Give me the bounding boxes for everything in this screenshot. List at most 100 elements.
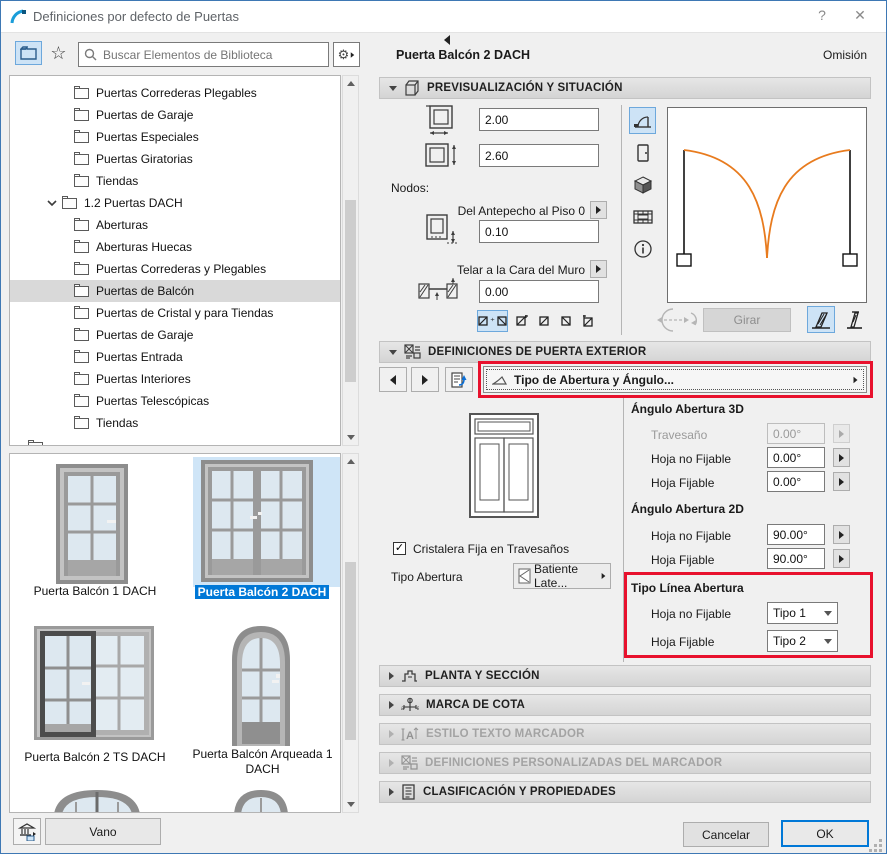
thumbnail-label[interactable]: Puerta Balcón Arqueada 1 DACH [185, 747, 340, 777]
tree-item[interactable]: Aberturas [10, 214, 340, 236]
anchor-option-2-button[interactable] [512, 311, 531, 331]
thumbnail-label[interactable]: Puerta Balcón 1 DACH [10, 584, 180, 598]
opening-type-angle-dropdown[interactable]: Tipo de Abertura y Ángulo... [483, 366, 867, 393]
anchor-option-selected-button[interactable]: ⁺ [477, 310, 508, 332]
hoja-no-fijable-3d-flyout-button[interactable] [833, 448, 850, 467]
cancel-button[interactable]: Cancelar [683, 822, 769, 847]
tree-item[interactable]: Puertas Correderas Plegables [10, 82, 340, 104]
preview-mode-animation-button[interactable] [629, 203, 656, 230]
reveal-anchor-flyout-button[interactable] [590, 260, 607, 278]
tree-item[interactable]: Puertas Entrada [10, 346, 340, 368]
preview-canvas[interactable] [667, 107, 867, 303]
tree-scrollbar[interactable] [342, 75, 359, 446]
hoja-fijable-3d-flyout-button[interactable] [833, 472, 850, 491]
reveal-value-field[interactable] [479, 280, 599, 303]
thumbnail-label-selected[interactable]: Puerta Balcón 2 DACH [182, 585, 340, 599]
linea-hoja-fijable-select[interactable]: Tipo 2 [767, 630, 838, 652]
preview-mode-2d-button[interactable] [629, 107, 656, 134]
tree-item-selected[interactable]: Puertas de Balcón [10, 280, 340, 302]
search-input[interactable] [78, 42, 329, 67]
close-icon[interactable]: ✕ [848, 7, 872, 24]
scroll-up-icon[interactable] [343, 76, 358, 91]
tree-item[interactable]: Tiendas [10, 170, 340, 192]
favorites-view-button[interactable]: ☆ [45, 41, 72, 65]
tree-item[interactable]: Puertas de Cristal y para Tiendas [10, 302, 340, 324]
thumbnail-partial-2[interactable] [234, 790, 288, 812]
hoja-no-fijable-2d-field[interactable] [767, 524, 825, 545]
thumbnail-partial-1[interactable] [54, 790, 140, 812]
hoja-no-fijable-3d-field[interactable] [767, 447, 825, 468]
threshold-option-2-button[interactable] [840, 306, 868, 333]
tree-item-expanded[interactable]: 1.2 Puertas DACH [10, 192, 340, 214]
thumbnail-door-2-selected[interactable] [201, 460, 313, 587]
ok-button[interactable]: OK [781, 820, 869, 847]
thumbnails-scrollbar-thumb[interactable] [345, 562, 356, 740]
sill-value-field[interactable] [479, 220, 599, 243]
preview-mode-3d-button[interactable] [629, 171, 656, 198]
door-height-field[interactable] [479, 144, 599, 167]
section-clasificacion-header[interactable]: CLASIFICACIÓN Y PROPIEDADES [379, 781, 871, 803]
expand-caret-icon [389, 672, 394, 680]
vano-button[interactable]: Vano [45, 818, 161, 845]
collapse-panel-handle[interactable] [444, 35, 450, 45]
linea-hoja-no-fijable-select[interactable]: Tipo 1 [767, 602, 838, 624]
help-button[interactable]: ? [810, 7, 834, 23]
library-folder-tree: Puertas Correderas Plegables Puertas de … [9, 75, 341, 446]
scroll-down-icon[interactable] [343, 797, 358, 812]
next-page-button[interactable] [411, 367, 439, 392]
threshold-option-1-button[interactable] [807, 306, 835, 333]
thumbnail-door-1[interactable] [56, 464, 128, 589]
tree-item-label: Aberturas Huecas [96, 240, 193, 254]
folder-icon [74, 415, 89, 429]
section-exterior-header[interactable]: DEFINICIONES DE PUERTA EXTERIOR [379, 341, 871, 363]
tree-item[interactable]: Aberturas Huecas [10, 236, 340, 258]
tree-item[interactable]: Puertas de Garaje [10, 324, 340, 346]
section-planta-header[interactable]: PLANTA Y SECCIÓN [379, 665, 871, 687]
girar-button[interactable]: Girar [703, 308, 791, 332]
travesano-flyout-button [833, 424, 850, 443]
tree-item[interactable]: Puertas Telescópicas [10, 390, 340, 412]
tipo-abertura-dropdown[interactable]: Batiente Late... [513, 562, 611, 590]
resize-grip[interactable] [879, 839, 882, 842]
tree-item[interactable]: Tiendas [10, 412, 340, 434]
sill-anchor-flyout-button[interactable] [590, 201, 607, 219]
tree-item[interactable]: Puertas Correderas y Plegables [10, 258, 340, 280]
section-marca-cota-header[interactable]: a e MARCA DE COTA [379, 694, 871, 716]
door-width-field[interactable] [479, 108, 599, 131]
hoja-no-fijable-2d-flyout-button[interactable] [833, 525, 850, 544]
tree-item[interactable]: Puertas de Garaje [10, 104, 340, 126]
scroll-up-icon[interactable] [343, 454, 358, 469]
tree-item[interactable]: Puertas Interiores [10, 368, 340, 390]
previous-page-button[interactable] [379, 367, 407, 392]
anchor-option-3-button[interactable] [534, 311, 553, 331]
hoja-fijable-2d-flyout-button[interactable] [833, 549, 850, 568]
door-4-image [232, 626, 290, 746]
scroll-down-icon[interactable] [343, 430, 358, 445]
cristalera-fija-checkbox[interactable]: ✓ [393, 542, 406, 555]
section-preview-header[interactable]: PREVISUALIZACIÓN Y SITUACIÓN [379, 77, 871, 99]
thumbnail-door-4[interactable] [232, 626, 290, 751]
hoja-fijable-3d-field[interactable] [767, 471, 825, 492]
thumbnail-door-3[interactable] [34, 626, 154, 745]
library-bank-icon [18, 822, 36, 841]
preview-mode-elevation-button[interactable] [629, 139, 656, 166]
load-other-object-button[interactable] [13, 818, 41, 845]
anchor-option-5-button[interactable] [578, 311, 597, 331]
tree-item[interactable]: Puertas Especiales [10, 126, 340, 148]
preview-info-button[interactable] [629, 235, 656, 262]
thumbnail-label[interactable]: Puerta Balcón 2 TS DACH [10, 750, 180, 764]
folder-icon [74, 261, 89, 275]
chevron-down-icon[interactable] [46, 197, 58, 209]
anchor-glyph-icon [478, 316, 488, 326]
properties-list-icon [402, 784, 415, 800]
search-options-button[interactable]: ⚙ [333, 42, 360, 67]
folder-view-button[interactable] [15, 41, 42, 65]
anchor-option-4-button[interactable] [556, 311, 575, 331]
tree-scrollbar-thumb[interactable] [345, 200, 356, 382]
folder-icon [74, 151, 89, 165]
transfer-settings-button[interactable] [445, 367, 473, 392]
hoja-fijable-2d-field[interactable] [767, 548, 825, 569]
thumbnails-scrollbar[interactable] [342, 453, 359, 813]
tree-item[interactable]: Puertas Giratorias [10, 148, 340, 170]
tipo-abertura-value: Batiente Late... [534, 562, 579, 590]
